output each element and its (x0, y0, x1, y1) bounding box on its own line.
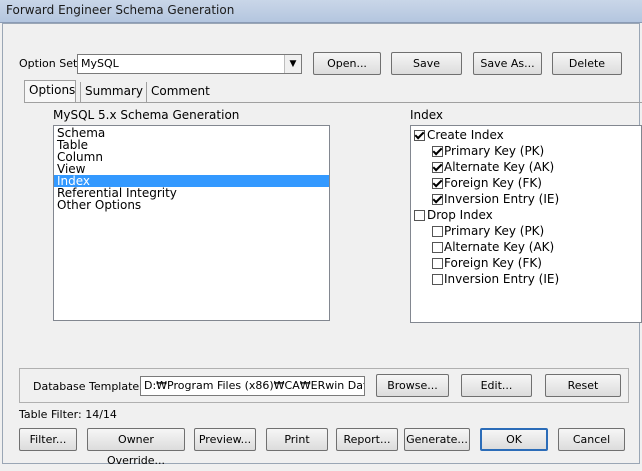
tab-options[interactable]: Options (24, 80, 76, 102)
template-label: Database Template: (33, 380, 143, 393)
drop-fk-checkbox[interactable] (432, 258, 443, 269)
table-filter-status: Table Filter: 14/14 (19, 408, 117, 421)
create-ie-checkbox[interactable] (432, 194, 443, 205)
window-title: Forward Engineer Schema Generation (6, 3, 235, 17)
generate-button[interactable]: Generate... (404, 428, 470, 451)
cancel-button[interactable]: Cancel (558, 428, 625, 451)
tab-summary[interactable]: Summary (80, 82, 144, 102)
preview-button[interactable]: Preview... (194, 428, 256, 451)
delete-button[interactable]: Delete (552, 52, 622, 75)
create-fk-label: Foreign Key (FK) (444, 176, 542, 190)
list-item[interactable]: View (54, 163, 329, 175)
reset-button[interactable]: Reset (545, 374, 621, 397)
print-button[interactable]: Print (266, 428, 328, 451)
option-set-label: Option Set: (19, 57, 81, 70)
save-as-button[interactable]: Save As... (473, 52, 542, 75)
browse-button[interactable]: Browse... (376, 374, 449, 397)
drop-ak-label: Alternate Key (AK) (444, 240, 555, 254)
option-set-value: MySQL (81, 57, 119, 70)
drop-ie-label: Inversion Entry (IE) (444, 272, 560, 286)
create-ak-checkbox[interactable] (432, 162, 443, 173)
create-index-checkbox[interactable] (414, 130, 425, 141)
option-set-combo[interactable]: MySQL ▼ (77, 54, 302, 74)
tab-comment[interactable]: Comment (146, 82, 212, 102)
drop-index-checkbox[interactable] (414, 210, 425, 221)
template-path-value: D:₩Program Files (x86)₩CA₩ERwin Data Mo (144, 379, 364, 392)
create-ak-label: Alternate Key (AK) (444, 160, 555, 174)
list-item[interactable]: Column (54, 151, 329, 163)
chevron-down-icon[interactable]: ▼ (284, 55, 301, 73)
edit-button[interactable]: Edit... (461, 374, 532, 397)
create-pk-label: Primary Key (PK) (444, 144, 545, 158)
template-path-field[interactable]: D:₩Program Files (x86)₩CA₩ERwin Data Mo (140, 376, 365, 396)
list-item[interactable]: Other Options (54, 199, 329, 211)
open-button[interactable]: Open... (313, 52, 381, 75)
create-fk-checkbox[interactable] (432, 178, 443, 189)
drop-ie-checkbox[interactable] (432, 274, 443, 285)
schema-heading: MySQL 5.x Schema Generation (53, 108, 240, 122)
ok-button[interactable]: OK (480, 428, 548, 451)
create-index-label: Create Index (427, 128, 504, 142)
drop-pk-label: Primary Key (PK) (444, 224, 545, 238)
title-bar: Forward Engineer Schema Generation (0, 0, 642, 23)
drop-index-label: Drop Index (427, 208, 493, 222)
drop-pk-checkbox[interactable] (432, 226, 443, 237)
report-button[interactable]: Report... (336, 428, 398, 451)
drop-fk-label: Foreign Key (FK) (444, 256, 542, 270)
filter-button[interactable]: Filter... (19, 428, 77, 451)
schema-listbox[interactable]: Schema Table Column View Index Referenti… (53, 125, 330, 321)
list-item[interactable]: Schema (54, 127, 329, 139)
owner-override-button[interactable]: Owner Override... (87, 428, 185, 467)
create-pk-checkbox[interactable] (432, 146, 443, 157)
create-ie-label: Inversion Entry (IE) (444, 192, 560, 206)
save-button[interactable]: Save (391, 52, 462, 75)
drop-ak-checkbox[interactable] (432, 242, 443, 253)
index-heading: Index (410, 108, 444, 122)
